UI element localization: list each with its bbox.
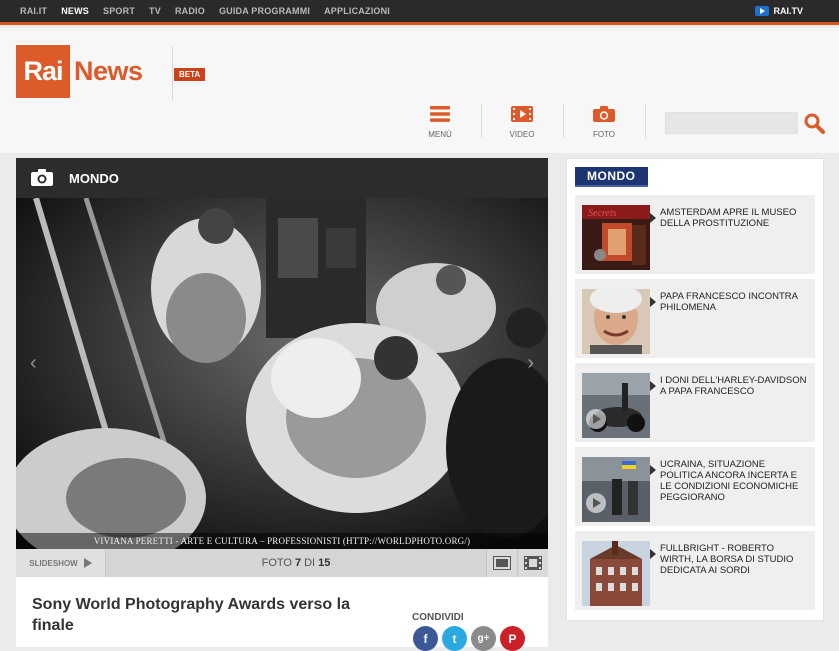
related-item[interactable]: PAPA FRANCESCO INCONTRA PHILOMENA xyxy=(575,279,815,359)
facebook-icon: f xyxy=(423,631,428,646)
topnav-tv[interactable]: TV xyxy=(149,6,161,16)
nav-separator xyxy=(563,104,564,138)
related-item[interactable]: I DONI DELL'HARLEY-DAVIDSON A PAPA FRANC… xyxy=(575,363,815,443)
video-icon xyxy=(511,106,533,122)
item-pointer-icon xyxy=(650,549,656,559)
thumbnail-image xyxy=(582,289,650,354)
counter-current: 7 xyxy=(294,557,302,569)
raitv-link[interactable]: RAI.TV xyxy=(755,6,803,16)
related-sidebar: MONDO Secrets AMSTERDAM APRE IL MUSEO DE… xyxy=(566,158,824,621)
item-pointer-icon xyxy=(650,297,656,307)
share-label: CONDIVIDI xyxy=(412,612,464,623)
raitv-label: RAI.TV xyxy=(773,6,803,16)
search-icon xyxy=(804,113,825,134)
google-plus-share-button[interactable]: g+ xyxy=(471,626,496,651)
facebook-share-button[interactable]: f xyxy=(413,626,438,651)
logo-news: News xyxy=(74,56,143,86)
pinterest-share-button[interactable]: P xyxy=(500,626,525,651)
logo-rai: Rai xyxy=(16,45,70,98)
topnav-news[interactable]: NEWS xyxy=(61,6,89,16)
item-pointer-icon xyxy=(650,465,656,475)
photo-counter: FOTO 7 DI 15 xyxy=(106,549,486,577)
nav-separator xyxy=(645,104,646,138)
photo-caption: VIVIANA PERETTI - ARTE E CULTURA – PROFE… xyxy=(16,533,548,549)
thumbnail-image: Secrets xyxy=(582,205,650,270)
sidebar-section-badge[interactable]: MONDO xyxy=(575,167,648,187)
related-item[interactable]: FULLBRIGHT - ROBERTO WIRTH, LA BORSA DI … xyxy=(575,531,815,611)
google-plus-icon: g+ xyxy=(477,633,490,644)
header: Rai News BETA MENÙ VIDEO FOTO xyxy=(0,28,839,153)
counter-total: 15 xyxy=(318,557,331,569)
item-pointer-icon xyxy=(650,213,656,223)
pinterest-icon: P xyxy=(508,631,517,646)
counter-prefix: FOTO xyxy=(261,557,292,569)
article-block: Sony World Photography Awards verso la f… xyxy=(16,577,548,651)
search-button[interactable] xyxy=(803,112,825,134)
camera-icon xyxy=(593,106,615,122)
related-thumbnail xyxy=(582,373,650,438)
camera-icon xyxy=(31,169,53,186)
share-buttons: f t g+ P xyxy=(413,626,525,651)
photo-image xyxy=(16,198,548,549)
thumbnails-view-button[interactable] xyxy=(517,549,548,577)
beta-badge: BETA xyxy=(174,68,206,81)
related-item-title: FULLBRIGHT - ROBERTO WIRTH, LA BORSA DI … xyxy=(660,543,794,576)
thumb-sign-text: Secrets xyxy=(588,208,617,219)
top-bar: RAI.IT NEWS SPORT TV RADIO GUIDA PROGRAM… xyxy=(0,0,839,25)
video-button[interactable]: VIDEO xyxy=(502,106,542,139)
related-item-title: AMSTERDAM APRE IL MUSEO DELLA PROSTITUZI… xyxy=(660,207,797,229)
menu-button[interactable]: MENÙ xyxy=(420,106,460,139)
item-pointer-icon xyxy=(650,381,656,391)
related-item[interactable]: Secrets AMSTERDAM APRE IL MUSEO DELLA PR… xyxy=(575,195,815,275)
thumbnail-image xyxy=(582,541,650,606)
logo-divider xyxy=(172,46,173,100)
topnav-guida-programmi[interactable]: GUIDA PROGRAMMI xyxy=(219,6,310,16)
twitter-share-button[interactable]: t xyxy=(442,626,467,651)
gallery-controls: SLIDESHOW FOTO 7 DI 15 xyxy=(16,549,548,577)
foto-button[interactable]: FOTO xyxy=(584,106,624,139)
thumbnail-image xyxy=(582,373,650,438)
gallery-header: MONDO xyxy=(16,158,548,198)
slideshow-button[interactable]: SLIDESHOW xyxy=(16,549,106,577)
play-icon xyxy=(755,6,770,16)
menu-label: MENÙ xyxy=(428,130,452,139)
article-title[interactable]: Sony World Photography Awards verso la f… xyxy=(32,594,382,636)
foto-label: FOTO xyxy=(592,130,616,139)
single-view-icon xyxy=(493,556,511,570)
section-title: MONDO xyxy=(69,171,119,186)
single-view-button[interactable] xyxy=(486,549,517,577)
gallery-photo[interactable]: ‹ › VIVIANA PERETTI - ARTE E CULTURA – P… xyxy=(16,198,548,549)
play-icon xyxy=(83,558,92,568)
nav-separator xyxy=(481,104,482,138)
twitter-icon: t xyxy=(452,631,457,646)
related-thumbnail xyxy=(582,541,650,606)
thumbnail-image xyxy=(582,457,650,522)
topnav-rai-it[interactable]: RAI.IT xyxy=(20,6,47,16)
rainews-logo[interactable]: Rai News xyxy=(16,45,143,98)
counter-sep: DI xyxy=(304,557,316,569)
filmstrip-icon xyxy=(524,556,542,570)
slideshow-label: SLIDESHOW xyxy=(29,558,78,568)
related-thumbnail xyxy=(582,457,650,522)
related-item-title: I DONI DELL'HARLEY-DAVIDSON A PAPA FRANC… xyxy=(660,375,807,397)
related-item-title: UCRAINA, SITUAZIONE POLITICA ANCORA INCE… xyxy=(660,459,799,503)
topnav-applicazioni[interactable]: APPLICAZIONI xyxy=(324,6,390,16)
video-label: VIDEO xyxy=(509,130,535,139)
search-input[interactable] xyxy=(665,112,798,134)
hamburger-icon xyxy=(430,106,450,122)
related-item-title: PAPA FRANCESCO INCONTRA PHILOMENA xyxy=(660,291,798,313)
topnav-sport[interactable]: SPORT xyxy=(103,6,135,16)
topnav-radio[interactable]: RADIO xyxy=(175,6,205,16)
prev-photo-arrow[interactable]: ‹ xyxy=(30,352,37,375)
related-thumbnail: Secrets xyxy=(582,205,650,270)
related-item[interactable]: UCRAINA, SITUAZIONE POLITICA ANCORA INCE… xyxy=(575,447,815,527)
related-thumbnail xyxy=(582,289,650,354)
next-photo-arrow[interactable]: › xyxy=(527,352,534,375)
top-nav: RAI.IT NEWS SPORT TV RADIO GUIDA PROGRAM… xyxy=(20,6,390,16)
